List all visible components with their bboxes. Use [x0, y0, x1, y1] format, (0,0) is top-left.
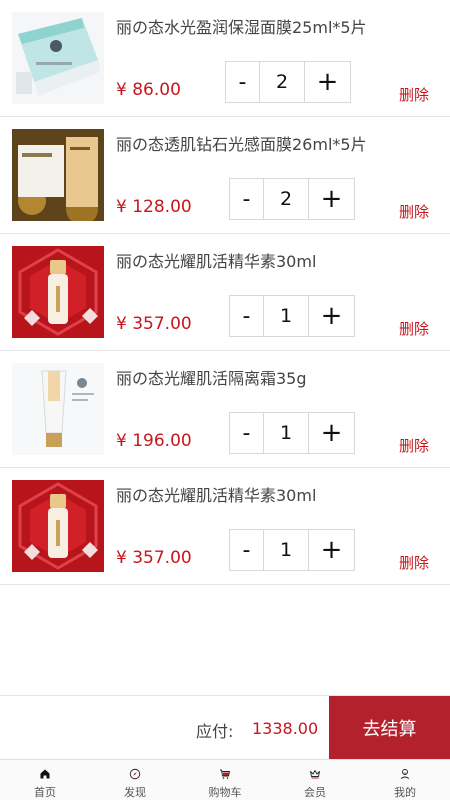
tab-profile[interactable]: 我的: [360, 760, 450, 800]
delete-button[interactable]: 删除: [399, 552, 429, 573]
quantity-stepper: - 1 +: [229, 295, 355, 337]
product-price: ¥ 128.00: [116, 197, 192, 217]
tab-member[interactable]: 会员: [270, 760, 360, 800]
decrease-quantity-button[interactable]: -: [230, 530, 264, 570]
home-icon: [40, 769, 50, 779]
product-image-primer[interactable]: [12, 363, 104, 455]
delete-button[interactable]: 删除: [399, 435, 429, 456]
crown-icon: [310, 770, 320, 779]
product-image-essence[interactable]: [12, 246, 104, 338]
delete-button[interactable]: 删除: [399, 318, 429, 339]
decrease-quantity-button[interactable]: -: [230, 413, 264, 453]
product-price: ¥ 86.00: [116, 80, 181, 100]
increase-quantity-button[interactable]: +: [308, 530, 354, 570]
product-price: ¥ 357.00: [116, 548, 192, 568]
product-image-essence[interactable]: [12, 480, 104, 572]
total-amount: 1338.00: [252, 719, 319, 738]
decrease-quantity-button[interactable]: -: [226, 62, 260, 102]
increase-quantity-button[interactable]: +: [308, 413, 354, 453]
product-title[interactable]: 丽の态光耀肌活隔离霜35g: [116, 365, 436, 389]
cart-item: 丽の态光耀肌活隔离霜35g ¥ 196.00 - 1 + 删除: [0, 351, 450, 468]
cart-item: 丽の态光耀肌活精华素30ml ¥ 357.00 - 1 + 删除: [0, 234, 450, 351]
tab-label: 发现: [124, 786, 146, 799]
tab-cart[interactable]: 购物车: [180, 760, 270, 800]
tab-label: 会员: [304, 786, 326, 799]
tab-label: 首页: [34, 786, 56, 799]
quantity-value[interactable]: 1: [264, 413, 308, 453]
product-image-hydrating-mask[interactable]: [12, 12, 104, 104]
cart-icon: [220, 769, 230, 779]
decrease-quantity-button[interactable]: -: [230, 296, 264, 336]
cart-item: 丽の态水光盈润保湿面膜25ml*5片 ¥ 86.00 - 2 + 删除: [0, 0, 450, 117]
quantity-value[interactable]: 2: [260, 62, 304, 102]
tab-label: 我的: [394, 786, 416, 799]
total-label: 应付:: [196, 722, 234, 741]
decrease-quantity-button[interactable]: -: [230, 179, 264, 219]
quantity-stepper: - 1 +: [229, 529, 355, 571]
product-title[interactable]: 丽の态光耀肌活精华素30ml: [116, 248, 436, 272]
quantity-value[interactable]: 1: [264, 530, 308, 570]
cart-list: 丽の态水光盈润保湿面膜25ml*5片 ¥ 86.00 - 2 + 删除 丽の态透…: [0, 0, 450, 585]
checkout-button[interactable]: 去结算: [329, 696, 450, 759]
delete-button[interactable]: 删除: [399, 84, 429, 105]
delete-button[interactable]: 删除: [399, 201, 429, 222]
compass-icon: [129, 768, 141, 780]
quantity-value[interactable]: 1: [264, 296, 308, 336]
cart-item: 丽の态透肌钻石光感面膜26ml*5片 ¥ 128.00 - 2 + 删除: [0, 117, 450, 234]
tab-discover[interactable]: 发现: [90, 760, 180, 800]
increase-quantity-button[interactable]: +: [308, 179, 354, 219]
product-title[interactable]: 丽の态光耀肌活精华素30ml: [116, 482, 436, 506]
quantity-stepper: - 2 +: [225, 61, 351, 103]
checkout-bar: 应付: 1338.00 去结算: [0, 695, 450, 759]
tab-label: 购物车: [208, 786, 242, 799]
bottom-tab-bar: 首页 发现 购物车 会员 我的: [0, 759, 450, 800]
increase-quantity-button[interactable]: +: [304, 62, 350, 102]
product-price: ¥ 196.00: [116, 431, 192, 451]
quantity-stepper: - 1 +: [229, 412, 355, 454]
increase-quantity-button[interactable]: +: [308, 296, 354, 336]
cart-item: 丽の态光耀肌活精华素30ml ¥ 357.00 - 1 + 删除: [0, 468, 450, 585]
quantity-stepper: - 2 +: [229, 178, 355, 220]
tab-home[interactable]: 首页: [0, 760, 90, 800]
quantity-value[interactable]: 2: [264, 179, 308, 219]
product-title[interactable]: 丽の态水光盈润保湿面膜25ml*5片: [116, 14, 436, 38]
product-image-diamond-mask[interactable]: [12, 129, 104, 221]
product-price: ¥ 357.00: [116, 314, 192, 334]
product-title[interactable]: 丽の态透肌钻石光感面膜26ml*5片: [116, 131, 436, 155]
user-icon: [400, 769, 410, 779]
